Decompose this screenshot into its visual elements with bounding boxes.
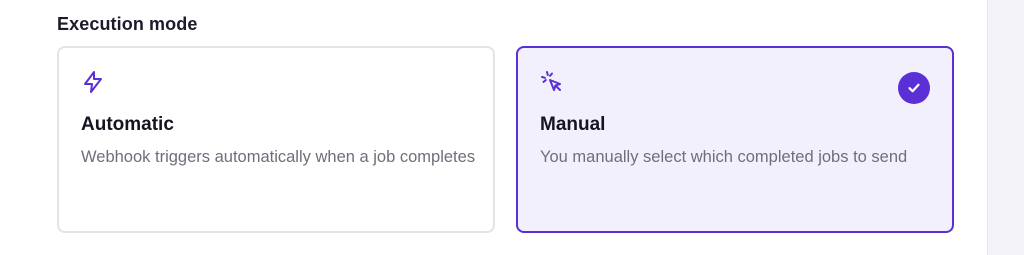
- option-description-automatic: Webhook triggers automatically when a jo…: [81, 148, 476, 166]
- option-title-manual: Manual: [540, 114, 606, 135]
- section-title: Execution mode: [57, 14, 198, 34]
- execution-mode-panel: Execution mode Automatic Webhook trigger…: [0, 0, 988, 255]
- selected-check-icon: [898, 72, 930, 104]
- option-card-automatic[interactable]: Automatic Webhook triggers automatically…: [57, 46, 495, 233]
- cursor-click-icon: [540, 70, 564, 94]
- option-card-manual[interactable]: Manual You manually select which complet…: [516, 46, 954, 233]
- option-description-manual: You manually select which completed jobs…: [540, 148, 908, 166]
- option-title-automatic: Automatic: [81, 114, 174, 135]
- lightning-icon: [81, 70, 105, 94]
